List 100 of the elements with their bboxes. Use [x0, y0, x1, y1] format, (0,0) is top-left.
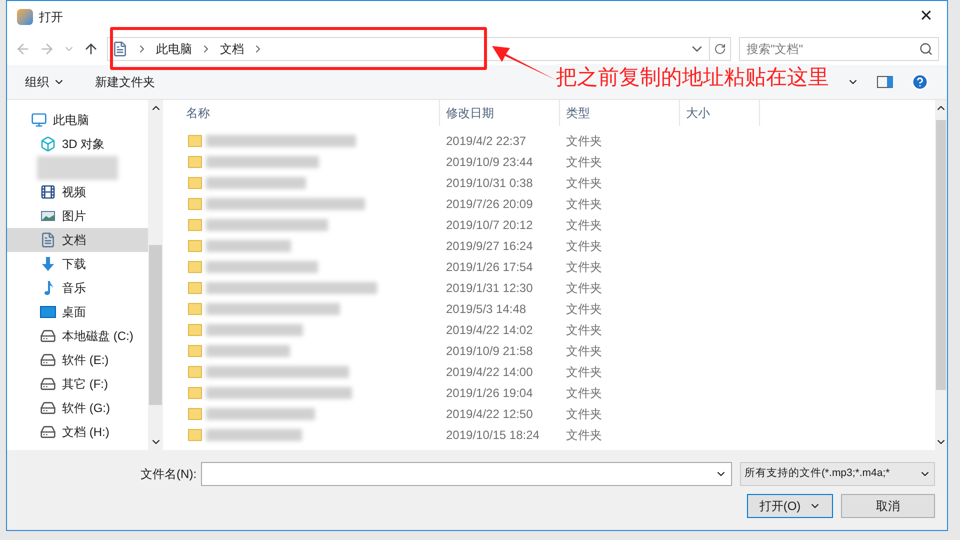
type-cell-text: 文件夹 — [565, 426, 603, 444]
type-cell-text: 文件夹 — [565, 154, 603, 170]
date-cell-text: 2019/5/3 14:48 — [445, 300, 528, 318]
date-cell-text: 2019/10/31 0:38 — [445, 174, 534, 192]
address-bar[interactable]: 此电脑 文档 — [106, 37, 710, 61]
type-cell-text: 文件夹 — [565, 238, 603, 254]
type-cell-text: 文件夹 — [565, 364, 603, 380]
date-cell-text: 2019/4/22 14:02 — [445, 322, 534, 338]
type-cell-text: 文件夹 — [565, 174, 603, 192]
close-button[interactable]: ✕ — [911, 4, 941, 30]
column-header[interactable]: 修改日期 — [440, 100, 560, 126]
sidebar-label: 文档 (H:) — [62, 424, 110, 441]
column-header[interactable]: 类型 — [560, 100, 680, 126]
column-header[interactable]: 名称 — [178, 100, 440, 126]
sidebar-item[interactable]: 文档 (H:) — [7, 420, 148, 444]
folder-icon — [188, 176, 202, 188]
date-cell-text: 2019/7/26 20:09 — [445, 196, 534, 212]
type-cell-text: 文件夹 — [565, 280, 603, 296]
date-cell-text: 2019/1/26 19:04 — [445, 384, 534, 402]
folder-icon — [188, 366, 202, 378]
folder-icon — [188, 386, 202, 398]
sidebar-item[interactable]: 视频 — [7, 180, 148, 204]
preview-pane-icon[interactable] — [877, 76, 893, 88]
download-arrow-icon — [40, 256, 56, 272]
scrollbar-thumb[interactable] — [149, 245, 162, 405]
file-type-dropdown[interactable]: 所有支持的文件(*.mp3;*.m4a;* — [740, 462, 935, 486]
cancel-button[interactable]: 取消 — [841, 494, 935, 518]
cube-icon — [40, 136, 56, 152]
date-cell-text: 2019/10/7 20:12 — [445, 216, 534, 234]
folder-icon — [188, 428, 202, 440]
film-icon — [40, 184, 56, 200]
sidebar-item[interactable]: 下载 — [7, 252, 148, 276]
sidebar-label: 文档 — [62, 232, 86, 249]
scrollbar-thumb[interactable] — [936, 120, 946, 390]
folder-icon — [188, 156, 202, 168]
new-folder-button[interactable]: 新建文件夹 — [95, 73, 155, 91]
type-cell-text: 文件夹 — [565, 322, 603, 338]
drive-icon — [40, 352, 56, 368]
sidebar-item[interactable]: 音乐 — [7, 276, 148, 300]
breadcrumb-item[interactable]: 文档 — [220, 40, 244, 58]
date-cell-text: 2019/9/27 16:24 — [445, 238, 534, 254]
type-cell-text: 文件夹 — [565, 216, 603, 234]
sidebar-item[interactable]: 此电脑 — [7, 108, 148, 132]
sidebar-label: 音乐 — [62, 280, 86, 297]
sidebar-item[interactable]: 3D 对象 — [7, 132, 148, 156]
drive-icon — [40, 376, 56, 392]
search-field[interactable]: 搜索"文档" — [739, 37, 940, 61]
date-cell-text: 2019/10/15 18:24 — [445, 426, 540, 444]
folder-icon — [188, 344, 202, 356]
up-arrow-icon[interactable] — [82, 41, 99, 57]
drive-icon — [40, 424, 56, 440]
sidebar-label: 此电脑 — [53, 112, 89, 129]
folder-icon — [188, 302, 202, 314]
filename-label: 文件名(N): — [140, 466, 197, 483]
desktop-icon — [40, 306, 56, 318]
sidebar-item[interactable]: 文档 — [7, 228, 148, 252]
date-cell-text: 2019/10/9 21:58 — [445, 342, 534, 360]
filename-field[interactable] — [200, 462, 732, 486]
sidebar-label: 软件 (G:) — [62, 400, 110, 417]
folder-icon — [188, 218, 202, 230]
date-cell-text: 2019/4/2 22:37 — [445, 132, 528, 150]
folder-icon — [188, 198, 202, 210]
sidebar-scrollbar[interactable] — [148, 100, 163, 450]
list-scrollbar[interactable] — [935, 100, 947, 450]
open-button[interactable]: 打开(O) — [747, 494, 833, 518]
app-logo-icon — [17, 9, 33, 25]
picture-icon — [40, 208, 56, 224]
search-icon — [919, 42, 934, 56]
document-icon — [40, 232, 56, 248]
sidebar-label: 本地磁盘 (C:) — [62, 328, 134, 345]
sidebar-item[interactable]: 本地磁盘 (C:) — [7, 324, 148, 348]
document-icon — [112, 41, 128, 57]
sidebar-item[interactable]: 其它 (F:) — [7, 372, 148, 396]
help-icon[interactable] — [911, 73, 929, 91]
type-cell-text: 文件夹 — [565, 406, 603, 422]
sidebar-item[interactable]: 桌面 — [7, 300, 148, 324]
date-cell-text: 2019/4/22 14:00 — [445, 364, 534, 380]
organize-menu-button[interactable]: 组织 — [25, 73, 65, 91]
sidebar-label: 3D 对象 — [62, 136, 105, 153]
folder-icon — [188, 134, 202, 146]
folder-icon — [188, 324, 202, 336]
sidebar-item[interactable]: 图片 — [7, 204, 148, 228]
type-cell-text: 文件夹 — [565, 300, 603, 318]
sidebar-label: 其它 (F:) — [62, 376, 108, 393]
date-cell-text: 2019/10/9 23:44 — [445, 154, 534, 170]
sidebar-label: 视频 — [62, 184, 86, 201]
date-cell-text: 2019/1/31 12:30 — [445, 280, 534, 296]
breadcrumb-item[interactable]: 此电脑 — [156, 40, 192, 58]
window-title: 打开 — [39, 9, 63, 26]
sidebar-item[interactable]: 软件 (E:) — [7, 348, 148, 372]
folder-icon — [188, 240, 202, 252]
type-cell-text: 文件夹 — [565, 342, 603, 360]
sidebar-item[interactable]: 软件 (G:) — [7, 396, 148, 420]
type-cell-text: 文件夹 — [565, 132, 603, 150]
sidebar-label: 桌面 — [62, 304, 86, 321]
folder-icon — [188, 260, 202, 272]
type-cell-text: 文件夹 — [565, 258, 603, 276]
folder-icon — [188, 282, 202, 294]
column-header[interactable]: 大小 — [680, 100, 760, 126]
refresh-button[interactable] — [710, 37, 732, 61]
